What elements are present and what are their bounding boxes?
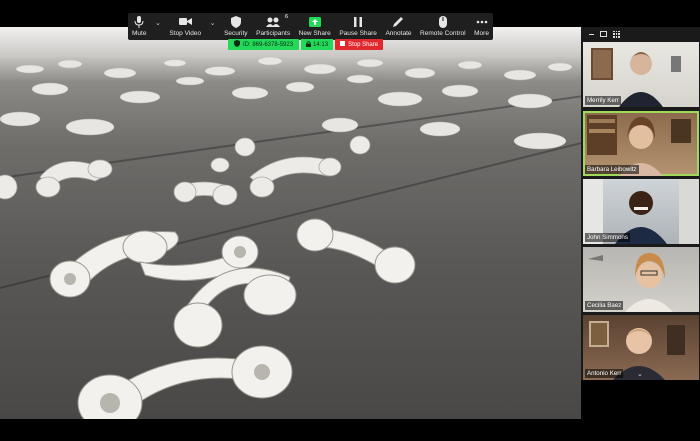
participant-name: Barbara Leibowitz (585, 165, 639, 174)
panel-controls (581, 27, 700, 41)
share-screen-icon (308, 15, 322, 28)
microphone-icon (132, 15, 146, 28)
meeting-timer-text: 14:13 (313, 41, 329, 48)
shield-check-icon (234, 40, 240, 49)
stop-video-button[interactable]: Stop Video (169, 15, 201, 37)
phone-scatter-near (49, 218, 416, 419)
minimize-icon[interactable] (589, 33, 594, 35)
participant-name: Merrily Kerr (585, 96, 621, 105)
pause-share-button[interactable]: Pause Share (339, 15, 377, 37)
participant-tile[interactable]: Cecilia Baez (583, 247, 699, 312)
annotate-button[interactable]: Annotate (385, 15, 412, 37)
stop-video-label: Stop Video (169, 30, 202, 37)
participant-video-panel: Merrily Kerr Barbara Leibowitz John Simm… (581, 27, 700, 380)
stop-square-icon (340, 41, 346, 48)
participants-label: Participants (256, 30, 291, 37)
meeting-toolbar: Mute ⌄ Stop Video ⌄ Security 6 Participa… (128, 13, 493, 40)
meeting-id-pill[interactable]: ID: 869-6378-5923 (228, 39, 300, 50)
participant-name: John Simmons (585, 233, 630, 242)
audio-options-chevron-icon[interactable]: ⌄ (155, 19, 161, 27)
mute-button[interactable]: Mute (132, 15, 146, 37)
remote-control-button[interactable]: Remote Control (420, 15, 466, 37)
participants-icon (266, 15, 281, 28)
speaker-view-icon[interactable] (600, 31, 607, 37)
meeting-timer-pill: 14:13 (301, 39, 334, 50)
participant-count-badge: 6 (285, 14, 289, 20)
security-button[interactable]: Security (224, 15, 248, 37)
gallery-view-icon[interactable] (613, 30, 620, 38)
video-camera-icon (178, 15, 192, 28)
pause-share-label: Pause Share (339, 30, 377, 37)
more-button[interactable]: More (474, 15, 489, 37)
lock-icon (306, 40, 312, 49)
stop-share-button[interactable]: Stop Share (335, 39, 384, 50)
stop-share-label: Stop Share (348, 41, 379, 48)
participant-tile-active-speaker[interactable]: Barbara Leibowitz (583, 111, 699, 176)
participant-tile[interactable]: Merrily Kerr (583, 42, 699, 107)
video-options-chevron-icon[interactable]: ⌄ (210, 19, 216, 27)
pencil-icon (391, 15, 405, 28)
more-label: More (474, 30, 489, 37)
security-label: Security (224, 30, 248, 37)
participants-button[interactable]: 6 Participants (256, 14, 291, 37)
shield-icon (229, 15, 243, 28)
shared-screen-content (0, 27, 581, 419)
meeting-id-text: ID: 869-6378-5923 (243, 41, 294, 48)
meeting-info-bar: ID: 869-6378-5923 14:13 Stop Share (228, 39, 384, 50)
mute-label: Mute (132, 30, 147, 37)
annotate-label: Annotate (385, 30, 412, 37)
new-share-label: New Share (298, 30, 331, 37)
participant-tile[interactable]: John Simmons (583, 179, 699, 244)
remote-control-label: Remote Control (420, 30, 466, 37)
pause-icon (351, 15, 365, 28)
participant-name: Cecilia Baez (585, 301, 624, 310)
participant-name: Antonio Kerr (585, 369, 624, 378)
new-share-button[interactable]: New Share (299, 15, 331, 37)
mouse-icon (436, 15, 450, 28)
scroll-down-chevron-icon[interactable]: ⌄ (637, 370, 643, 378)
participant-tile[interactable]: Antonio Kerr ⌄ (583, 315, 699, 380)
more-dots-icon (475, 15, 489, 28)
